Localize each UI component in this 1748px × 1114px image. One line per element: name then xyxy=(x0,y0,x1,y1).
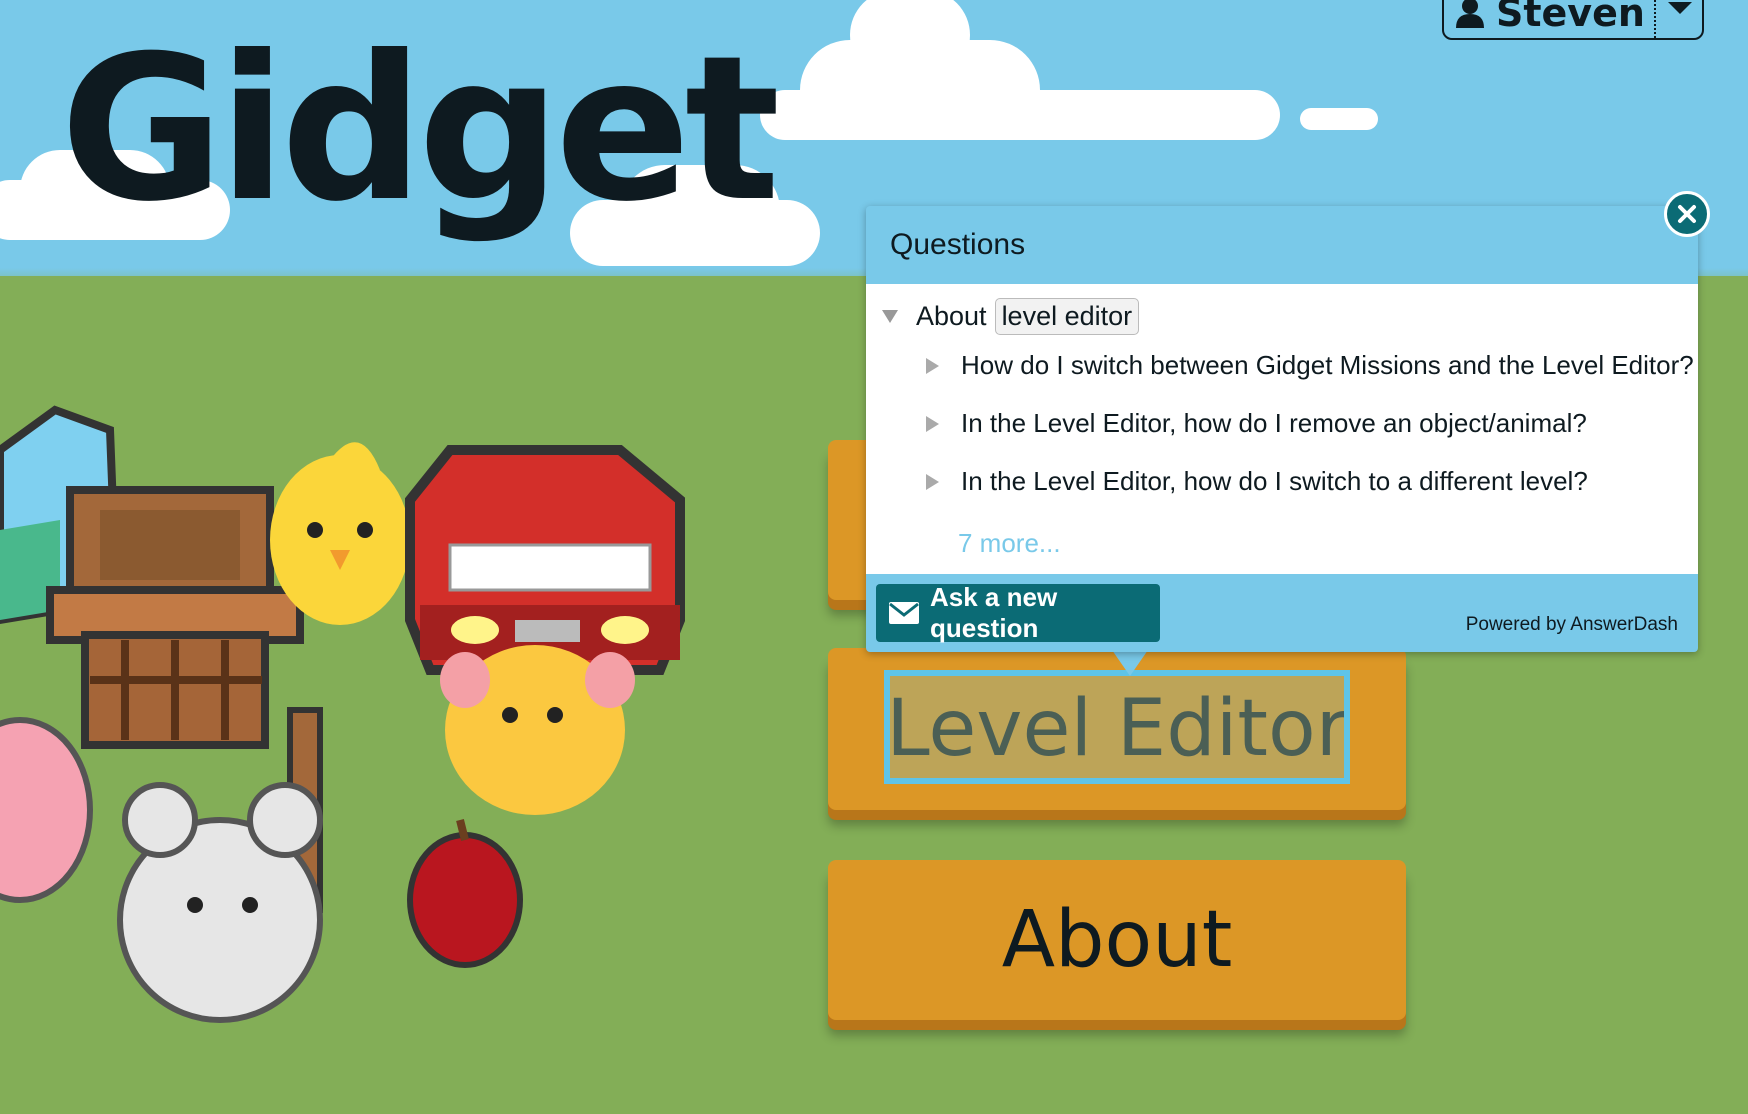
pig-icon xyxy=(0,717,93,903)
popup-title: Questions xyxy=(890,228,1026,261)
powered-by-link[interactable]: Powered by AnswerDash xyxy=(1466,614,1678,636)
chick-icon xyxy=(270,442,410,625)
more-questions-link[interactable]: 7 more... xyxy=(958,528,1061,559)
question-item[interactable]: In the Level Editor, how do I remove an … xyxy=(926,408,1587,439)
divider xyxy=(1654,0,1656,38)
ask-question-label: Ask a new question xyxy=(930,582,1058,643)
triangle-right-icon xyxy=(926,473,939,490)
triangle-right-icon xyxy=(926,357,939,374)
car-icon xyxy=(405,445,685,675)
question-item[interactable]: How do I switch between Gidget Missions … xyxy=(926,350,1694,381)
user-name: Steven xyxy=(1496,0,1645,35)
triangle-right-icon xyxy=(926,415,939,432)
dog-icon xyxy=(440,645,635,815)
topic-tag[interactable]: level editor xyxy=(994,298,1140,335)
popup-pointer xyxy=(1112,650,1148,676)
question-item[interactable]: In the Level Editor, how do I switch to … xyxy=(926,466,1588,497)
answer-highlight xyxy=(884,670,1350,784)
ask-question-button[interactable]: Ask a new question xyxy=(876,582,1160,643)
apple-icon xyxy=(407,819,523,968)
caret-down-icon[interactable] xyxy=(1668,2,1692,14)
question-text: In the Level Editor, how do I remove an … xyxy=(961,408,1587,438)
question-text: In the Level Editor, how do I switch to … xyxy=(961,466,1588,496)
basket-icon xyxy=(46,486,304,749)
help-popup: Questions About level editor How do I sw… xyxy=(866,206,1698,652)
question-text: How do I switch between Gidget Missions … xyxy=(961,350,1694,380)
topic-toggle[interactable]: About level editor xyxy=(882,298,1140,335)
close-icon[interactable] xyxy=(1664,191,1710,237)
user-menu-button[interactable]: Steven xyxy=(1442,0,1704,40)
mouse-icon xyxy=(117,782,323,1023)
game-characters-illustration xyxy=(0,405,685,1023)
question-list: About level editor How do I switch betwe… xyxy=(866,284,1698,574)
app-logo[interactable]: Gidget xyxy=(60,30,780,230)
about-prefix: About xyxy=(916,301,987,331)
user-icon xyxy=(1456,0,1484,28)
about-button-label: About xyxy=(1001,895,1233,985)
mail-icon xyxy=(888,601,920,625)
about-button[interactable]: About xyxy=(828,860,1406,1020)
triangle-down-icon xyxy=(882,310,898,323)
